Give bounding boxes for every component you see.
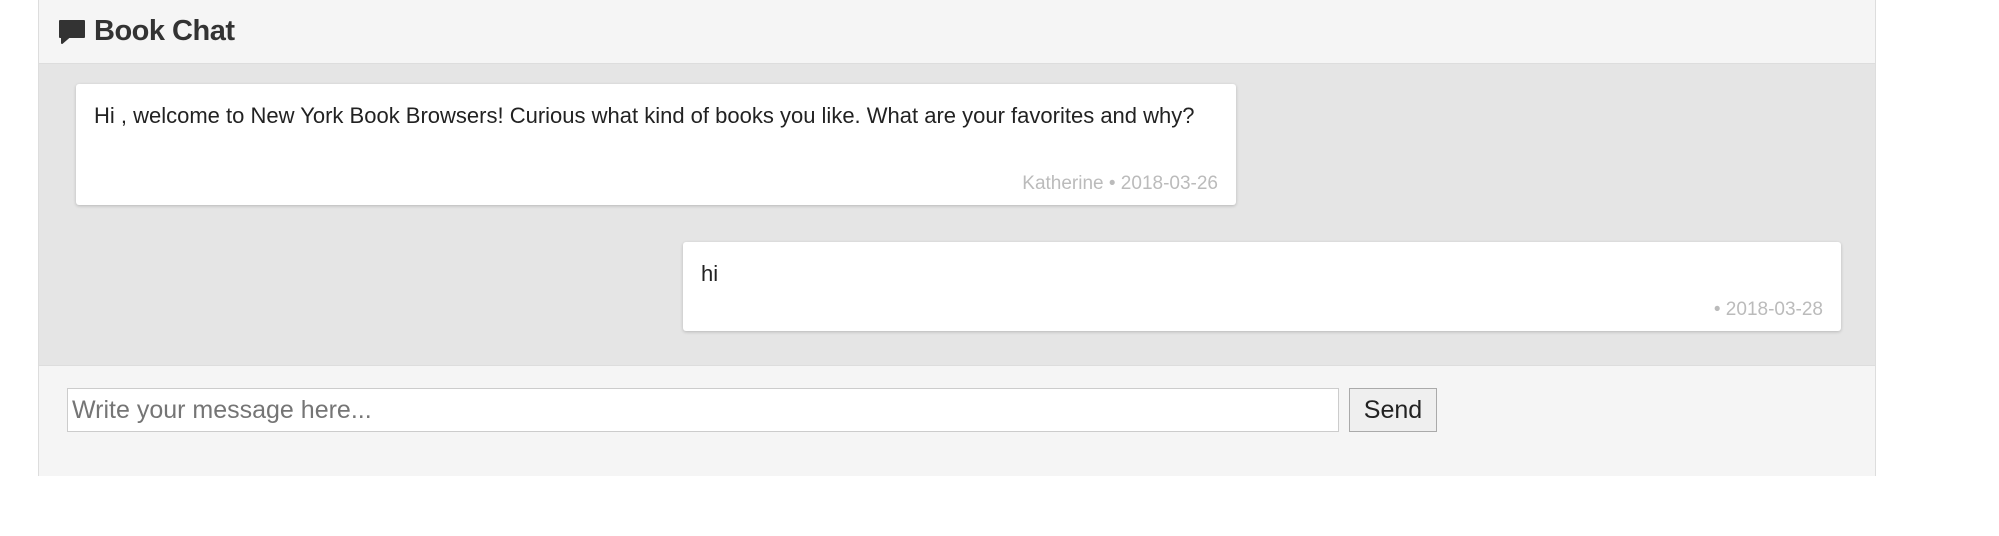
message-composer: Send <box>39 366 1875 476</box>
chat-panel: Book Chat Hi , welcome to New York Book … <box>38 0 1876 476</box>
comment-icon <box>58 18 86 46</box>
message-bubble-incoming: Hi , welcome to New York Book Browsers! … <box>76 84 1236 205</box>
message-input[interactable] <box>67 388 1339 432</box>
chat-title: Book Chat <box>94 15 235 47</box>
message-meta: • 2018-03-28 <box>1713 299 1823 320</box>
message-bubble-outgoing: hi • 2018-03-28 <box>683 242 1841 331</box>
message-text: hi <box>701 261 719 286</box>
send-button[interactable]: Send <box>1349 388 1437 432</box>
message-meta: Katherine • 2018-03-26 <box>1022 173 1218 194</box>
message-text: Hi , welcome to New York Book Browsers! … <box>94 103 1195 128</box>
chat-header: Book Chat <box>39 0 1875 64</box>
message-list[interactable]: Hi , welcome to New York Book Browsers! … <box>39 64 1875 366</box>
